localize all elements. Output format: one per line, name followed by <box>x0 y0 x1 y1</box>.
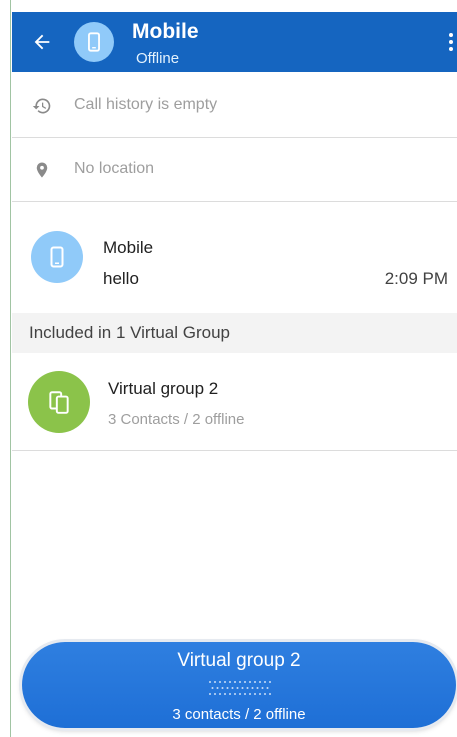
location-label: No location <box>74 160 155 177</box>
list-item[interactable]: Virtual group 2 3 Contacts / 2 offline <box>12 353 457 451</box>
message-text: hello <box>103 269 139 288</box>
app-header: Mobile Offline <box>12 12 457 72</box>
location-pin-icon <box>30 158 54 182</box>
devices-icon <box>49 391 69 414</box>
push-to-talk-button[interactable]: Virtual group 2 3 contacts / 2 offline <box>22 642 456 728</box>
message-time: 2:09 PM <box>384 269 448 288</box>
window-edge-line <box>10 0 11 737</box>
location-row[interactable]: No location <box>12 138 457 202</box>
avatar <box>31 231 83 283</box>
call-history-label: Call history is empty <box>74 96 218 113</box>
header-avatar <box>74 22 114 62</box>
last-message-item[interactable]: Mobile hello 2:09 PM <box>12 203 457 313</box>
ptt-group-status: 3 contacts / 2 offline <box>172 706 306 723</box>
groups-section-header: Included in 1 Virtual Group <box>12 313 457 353</box>
more-menu-button[interactable] <box>445 28 457 56</box>
arrow-left-icon <box>34 34 50 50</box>
page-title: Mobile <box>132 20 199 43</box>
status-text: Offline <box>136 50 180 67</box>
history-icon <box>30 94 54 118</box>
call-history-row[interactable]: Call history is empty <box>12 74 457 138</box>
phone-icon <box>50 246 64 268</box>
avatar <box>28 371 90 433</box>
group-status: 3 Contacts / 2 offline <box>108 411 245 428</box>
group-name: Virtual group 2 <box>108 379 219 398</box>
ptt-group-name: Virtual group 2 <box>177 650 301 671</box>
speaker-grille-icon <box>209 681 271 695</box>
message-sender: Mobile <box>103 238 154 257</box>
phone-icon <box>88 32 100 52</box>
back-button[interactable] <box>24 24 60 60</box>
section-title: Included in 1 Virtual Group <box>29 323 230 342</box>
more-vert-icon <box>449 33 453 51</box>
